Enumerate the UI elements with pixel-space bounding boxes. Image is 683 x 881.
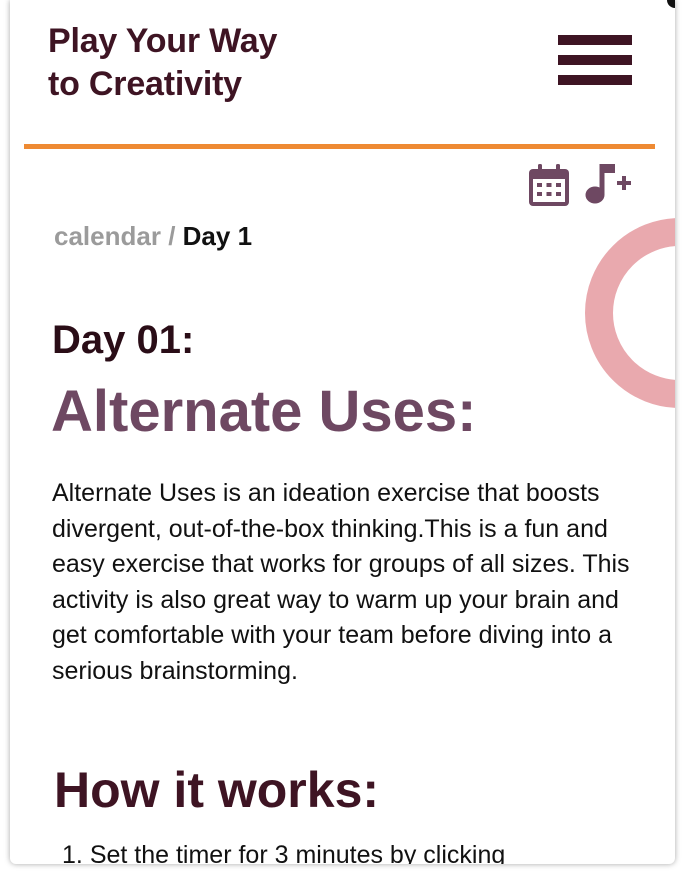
add-music-button[interactable] (585, 160, 633, 206)
app-title-line-1: Play Your Way (48, 22, 278, 60)
exercise-title: Alternate Uses: (51, 379, 477, 444)
step-number: 1. (62, 841, 83, 864)
breadcrumb-current: Day 1 (182, 221, 253, 251)
music-add-icon (585, 164, 631, 204)
breadcrumb-separator: / (168, 221, 176, 251)
screen-corner (667, 0, 675, 8)
day-label: Day 01: (52, 318, 195, 362)
app-title: Play Your Way to Creativity (48, 20, 277, 106)
phone-screen: Play Your Way to Creativity calendar / D… (10, 0, 675, 864)
steps-list: 1. Set the timer for 3 minutes by clicki… (62, 838, 505, 864)
how-it-works-heading: How it works: (54, 762, 380, 818)
decorative-ring (585, 218, 675, 408)
menu-button[interactable] (558, 35, 632, 85)
app-title-line-2: to Creativity (48, 65, 242, 103)
exercise-description: Alternate Uses is an ideation exercise t… (52, 479, 630, 685)
app-frame: Play Your Way to Creativity calendar / D… (0, 0, 683, 881)
header-divider (24, 144, 655, 149)
breadcrumb: calendar / Day 1 (54, 220, 252, 252)
step-text: Set the timer for 3 minutes by clicking (89, 841, 506, 864)
list-item: 1. Set the timer for 3 minutes by clicki… (62, 838, 505, 864)
calendar-button[interactable] (529, 164, 569, 206)
calendar-icon (529, 164, 569, 206)
breadcrumb-calendar-link[interactable]: calendar (54, 221, 161, 251)
